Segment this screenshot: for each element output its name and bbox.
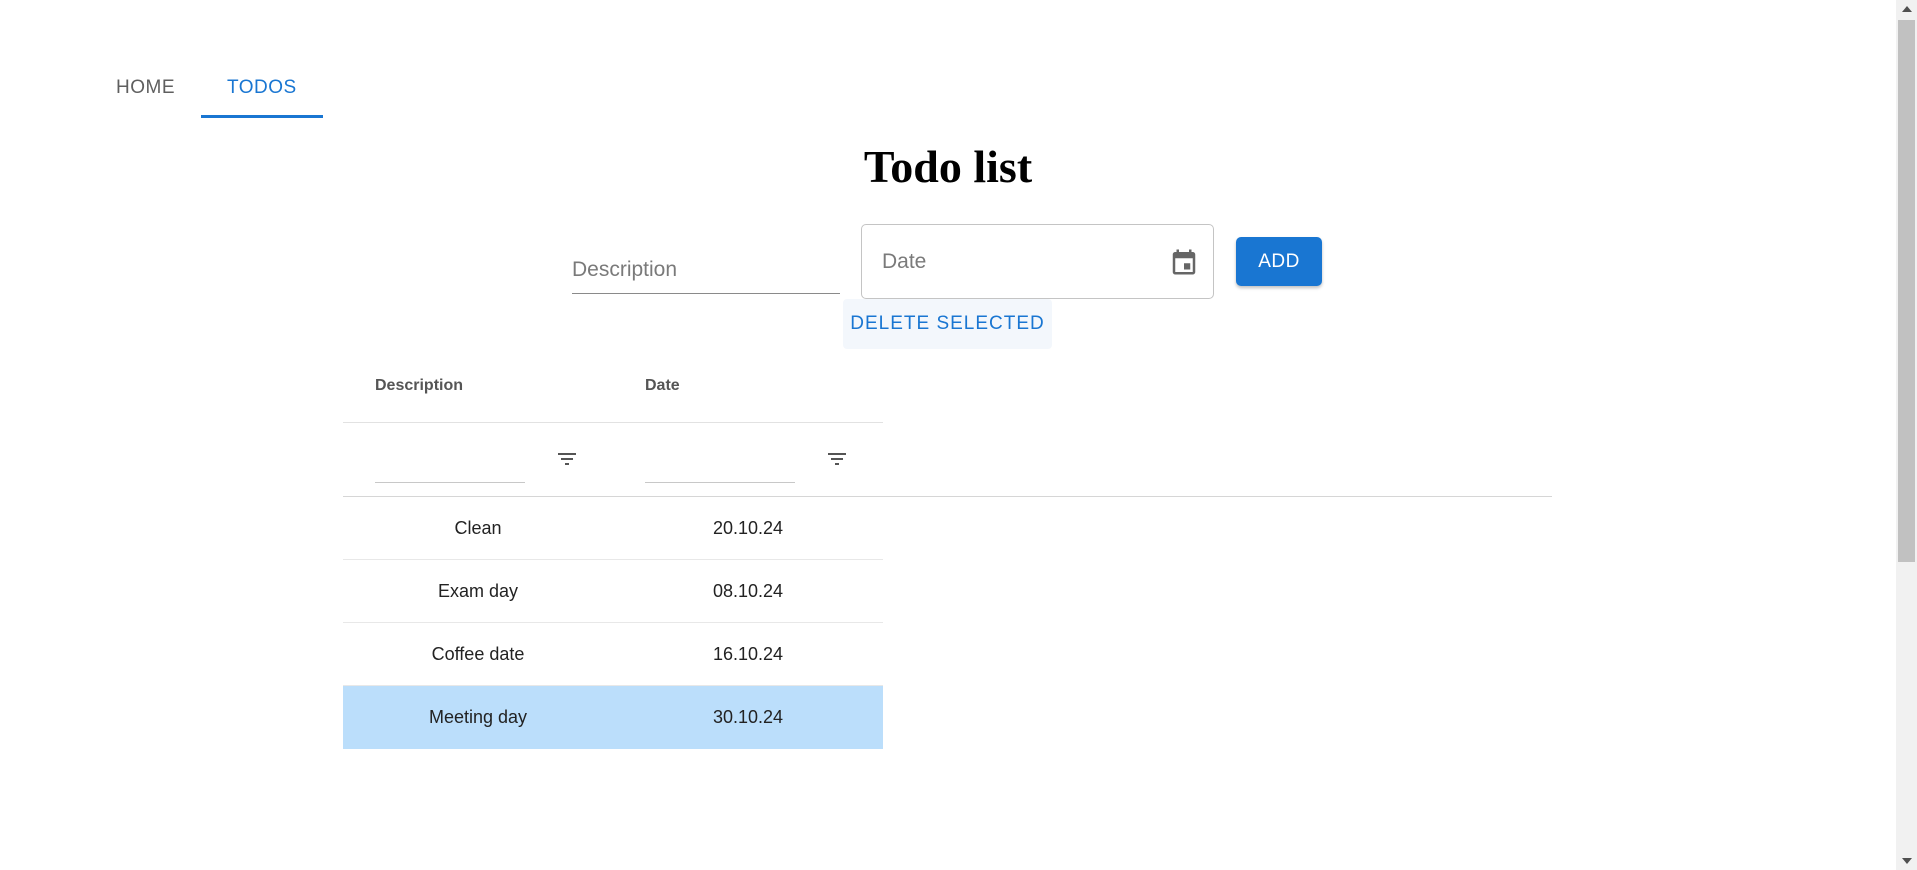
vertical-scrollbar[interactable] (1896, 0, 1917, 870)
table-row-selected[interactable]: Meeting day 30.10.24 (343, 686, 883, 749)
date-input[interactable] (880, 248, 1144, 275)
column-header-date[interactable]: Date (645, 377, 680, 395)
date-field[interactable] (861, 224, 1214, 299)
date-cell: 20.10.24 (712, 517, 784, 538)
scroll-up-arrow-icon[interactable] (1896, 0, 1917, 18)
description-cell: Clean (454, 517, 502, 538)
description-input[interactable] (572, 250, 840, 294)
grid-header-row: Description Date (343, 355, 883, 423)
date-cell: 16.10.24 (712, 643, 784, 664)
filter-icon[interactable] (555, 447, 579, 471)
tab-home[interactable]: HOME (90, 58, 201, 118)
description-filter-input[interactable] (375, 451, 525, 483)
table-row[interactable]: Exam day 08.10.24 (343, 560, 883, 623)
tab-todos-label: TODOS (227, 77, 297, 98)
filter-icon[interactable] (825, 447, 849, 471)
date-cell: 30.10.24 (712, 707, 784, 727)
scrollbar-thumb[interactable] (1898, 20, 1915, 562)
description-cell: Exam day (437, 580, 519, 601)
description-cell: Coffee date (431, 643, 525, 664)
todo-grid: Description Date Clean 20.10.24 Exam day… (343, 355, 1552, 749)
date-filter-input[interactable] (645, 451, 795, 483)
add-button[interactable]: ADD (1236, 237, 1322, 286)
description-cell: Meeting day (428, 707, 528, 727)
page-title: Todo list (863, 141, 1033, 192)
calendar-icon[interactable] (1169, 247, 1199, 277)
tab-todos[interactable]: TODOS (201, 58, 323, 118)
table-row[interactable]: Clean 20.10.24 (343, 497, 883, 560)
tab-home-label: HOME (116, 77, 175, 98)
page: HOME TODOS Todo list ADD DELETE SELECTED… (0, 0, 1917, 870)
date-cell: 08.10.24 (712, 580, 784, 601)
nav-tabs: HOME TODOS (90, 58, 323, 118)
column-header-description[interactable]: Description (375, 377, 463, 395)
table-row[interactable]: Coffee date 16.10.24 (343, 623, 883, 686)
scroll-down-arrow-icon[interactable] (1896, 852, 1917, 870)
grid-filter-row (343, 423, 1552, 497)
delete-selected-button[interactable]: DELETE SELECTED (843, 299, 1052, 349)
